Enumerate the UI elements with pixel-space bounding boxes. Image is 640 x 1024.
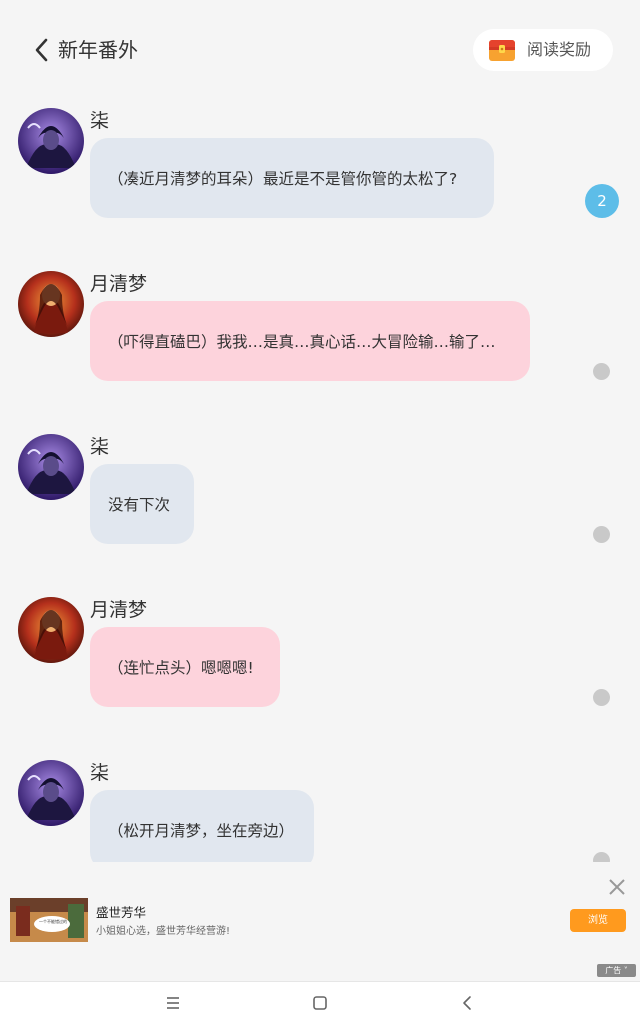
message-bubble[interactable]: （凑近月清梦的耳朵）最近是不是管你管的太松了? (90, 138, 494, 218)
chevron-down-icon: ˅ (623, 966, 628, 975)
ad-badge-label: 广告 (605, 966, 622, 975)
message-bubble[interactable]: （松开月清梦，坐在旁边） (90, 790, 314, 862)
system-nav-bar (0, 981, 640, 1024)
comment-dot[interactable] (593, 363, 610, 380)
message-bubble[interactable]: （吓得直磕巴）我我…是真…真心话…大冒险输…输了… (90, 301, 530, 381)
speaker-name: 月清梦 (90, 599, 148, 621)
avatar[interactable] (18, 271, 84, 337)
comment-dot[interactable] (593, 526, 610, 543)
avatar[interactable] (18, 597, 84, 663)
ad-title[interactable]: 盛世芳华 (96, 904, 146, 922)
message-bubble[interactable]: （连忙点头）嗯嗯嗯! (90, 627, 280, 707)
reading-reward-label: 阅读奖励 (527, 40, 592, 59)
top-bar: 新年番外 阅读奖励 (0, 0, 640, 100)
ad-image[interactable]: 一个不能错过的 (10, 898, 88, 942)
chat-area[interactable]: 柒 （凑近月清梦的耳朵）最近是不是管你管的太松了? 2 月清梦 （吓得直磕巴）我… (0, 100, 640, 862)
message-text: （松开月清梦，坐在旁边） (108, 822, 295, 840)
message-text: （连忙点头）嗯嗯嗯! (108, 659, 254, 677)
ad-browse-button[interactable]: 浏览 (570, 909, 626, 932)
ad-image-caption: 一个不能错过的 (39, 919, 67, 924)
speaker-name: 月清梦 (90, 273, 148, 295)
comment-count-badge[interactable]: 2 (585, 184, 619, 218)
avatar[interactable] (18, 760, 84, 826)
message-text: （吓得直磕巴）我我…是真…真心话…大冒险输…输了… (108, 333, 496, 351)
speaker-name: 柒 (90, 110, 110, 132)
comment-dot[interactable] (593, 689, 610, 706)
ad-badge[interactable]: 广告 ˅ (597, 964, 636, 977)
treasure-chest-icon (489, 40, 515, 61)
comment-dot[interactable] (593, 852, 610, 862)
avatar[interactable] (18, 434, 84, 500)
chevron-left-icon (35, 38, 48, 62)
speaker-name: 柒 (90, 762, 110, 784)
nav-back-icon[interactable] (457, 994, 477, 1012)
page-title: 新年番外 (58, 38, 138, 62)
back-button[interactable] (30, 36, 54, 64)
close-icon[interactable] (606, 876, 628, 898)
message-bubble[interactable]: 没有下次 (90, 464, 194, 544)
speaker-name: 柒 (90, 436, 110, 458)
message-text: （凑近月清梦的耳朵）最近是不是管你管的太松了? (108, 170, 458, 188)
message-text: 没有下次 (108, 496, 171, 514)
ad-description: 小姐姐心选，盛世芳华经营游! (96, 926, 231, 937)
ad-banner[interactable]: 一个不能错过的 盛世芳华 小姐姐心选，盛世芳华经营游! 浏览 广告 ˅ (0, 866, 640, 980)
menu-icon[interactable] (163, 994, 183, 1012)
avatar[interactable] (18, 108, 84, 174)
reading-reward-button[interactable]: 阅读奖励 (473, 29, 613, 71)
square-home-icon[interactable] (310, 994, 330, 1012)
